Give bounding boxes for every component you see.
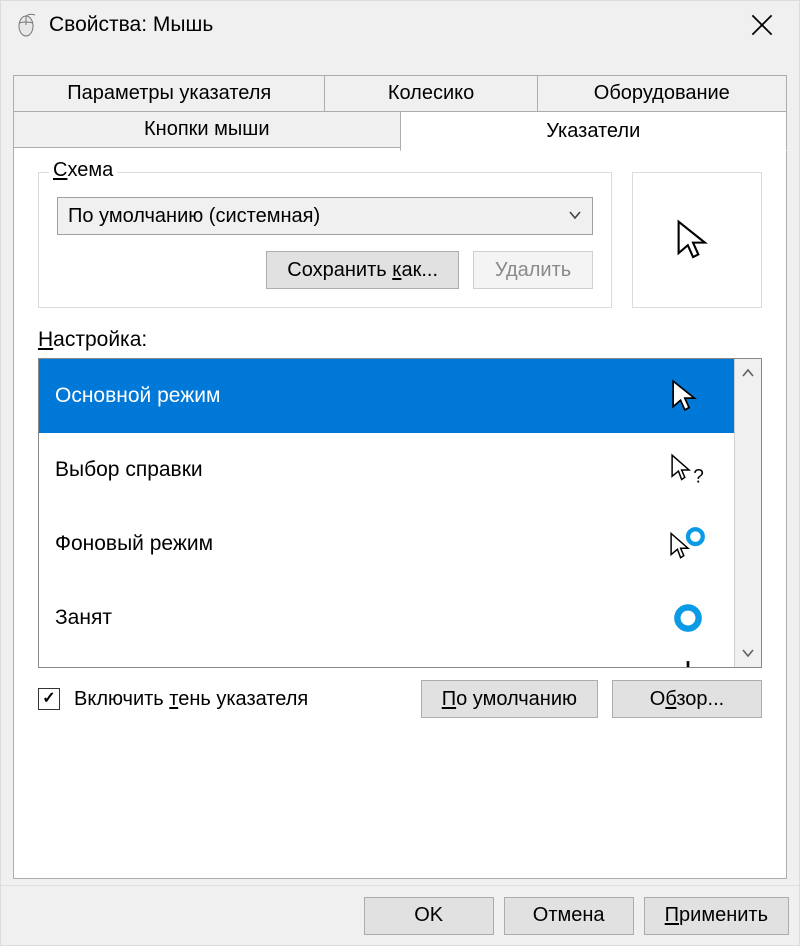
tab-panel-pointers: Схема По умолчанию (системная) Сохранить…: [13, 148, 787, 879]
cursor-arrow-help-icon: [658, 453, 718, 487]
scheme-legend: Схема: [49, 159, 117, 182]
scheme-select[interactable]: По умолчанию (системная): [57, 197, 593, 235]
cursor-cross-icon: [658, 659, 718, 667]
cursor-list: Основной режим Выбор справки Фоновый реж…: [38, 358, 762, 668]
enable-shadow-checkbox[interactable]: ✓: [38, 688, 60, 710]
tab-buttons[interactable]: Кнопки мыши: [13, 111, 401, 148]
cursor-list-item[interactable]: Основной режим: [39, 359, 734, 433]
mouse-icon: [15, 13, 39, 37]
cursor-item-label: Фоновый режим: [55, 532, 658, 556]
cursor-ring-icon: [658, 601, 718, 635]
scrollbar[interactable]: [734, 359, 761, 667]
cursor-preview: [632, 172, 762, 308]
cursor-arrow-ring-icon: [658, 527, 718, 561]
cursor-arrow-icon: [658, 379, 718, 413]
scheme-select-value: По умолчанию (системная): [68, 205, 568, 228]
close-button[interactable]: [739, 2, 785, 48]
scroll-down-icon[interactable]: [735, 639, 761, 667]
ok-button[interactable]: OK: [364, 897, 494, 935]
use-default-button[interactable]: По умолчанию: [421, 680, 598, 718]
enable-shadow-label[interactable]: Включить тень указателя: [74, 688, 407, 711]
cursor-arrow-icon: [676, 219, 718, 261]
chevron-down-icon: [568, 207, 582, 225]
cancel-button[interactable]: Отмена: [504, 897, 634, 935]
tabstrip: Параметры указателя Колесико Оборудовани…: [13, 75, 787, 149]
close-icon: [751, 14, 773, 36]
scroll-up-icon[interactable]: [735, 359, 761, 387]
apply-button[interactable]: Применить: [644, 897, 789, 935]
save-as-button[interactable]: Сохранить как...: [266, 251, 459, 289]
browse-button[interactable]: Обзор...: [612, 680, 762, 718]
tab-hardware[interactable]: Оборудование: [537, 75, 787, 112]
scroll-track[interactable]: [735, 387, 761, 639]
cursor-list-item[interactable]: Графическое выделение: [39, 655, 734, 667]
tab-pointers[interactable]: Указатели: [400, 111, 788, 151]
tab-pointer-options[interactable]: Параметры указателя: [13, 75, 325, 112]
customize-label: Настройка:: [38, 328, 762, 352]
mouse-properties-window: Свойства: Мышь Параметры указателя Колес…: [0, 0, 800, 946]
dialog-footer: OK Отмена Применить: [1, 885, 799, 945]
cursor-list-item[interactable]: Выбор справки: [39, 433, 734, 507]
titlebar: Свойства: Мышь: [1, 1, 799, 49]
cursor-item-label: Выбор справки: [55, 458, 658, 482]
scheme-group: Схема По умолчанию (системная) Сохранить…: [38, 172, 612, 308]
tab-wheel[interactable]: Колесико: [324, 75, 537, 112]
cursor-item-label: Занят: [55, 606, 658, 630]
cursor-item-label: Основной режим: [55, 384, 658, 408]
cursor-list-item[interactable]: Фоновый режим: [39, 507, 734, 581]
cursor-list-item[interactable]: Занят: [39, 581, 734, 655]
delete-button[interactable]: Удалить: [473, 251, 593, 289]
window-title: Свойства: Мышь: [49, 13, 213, 37]
